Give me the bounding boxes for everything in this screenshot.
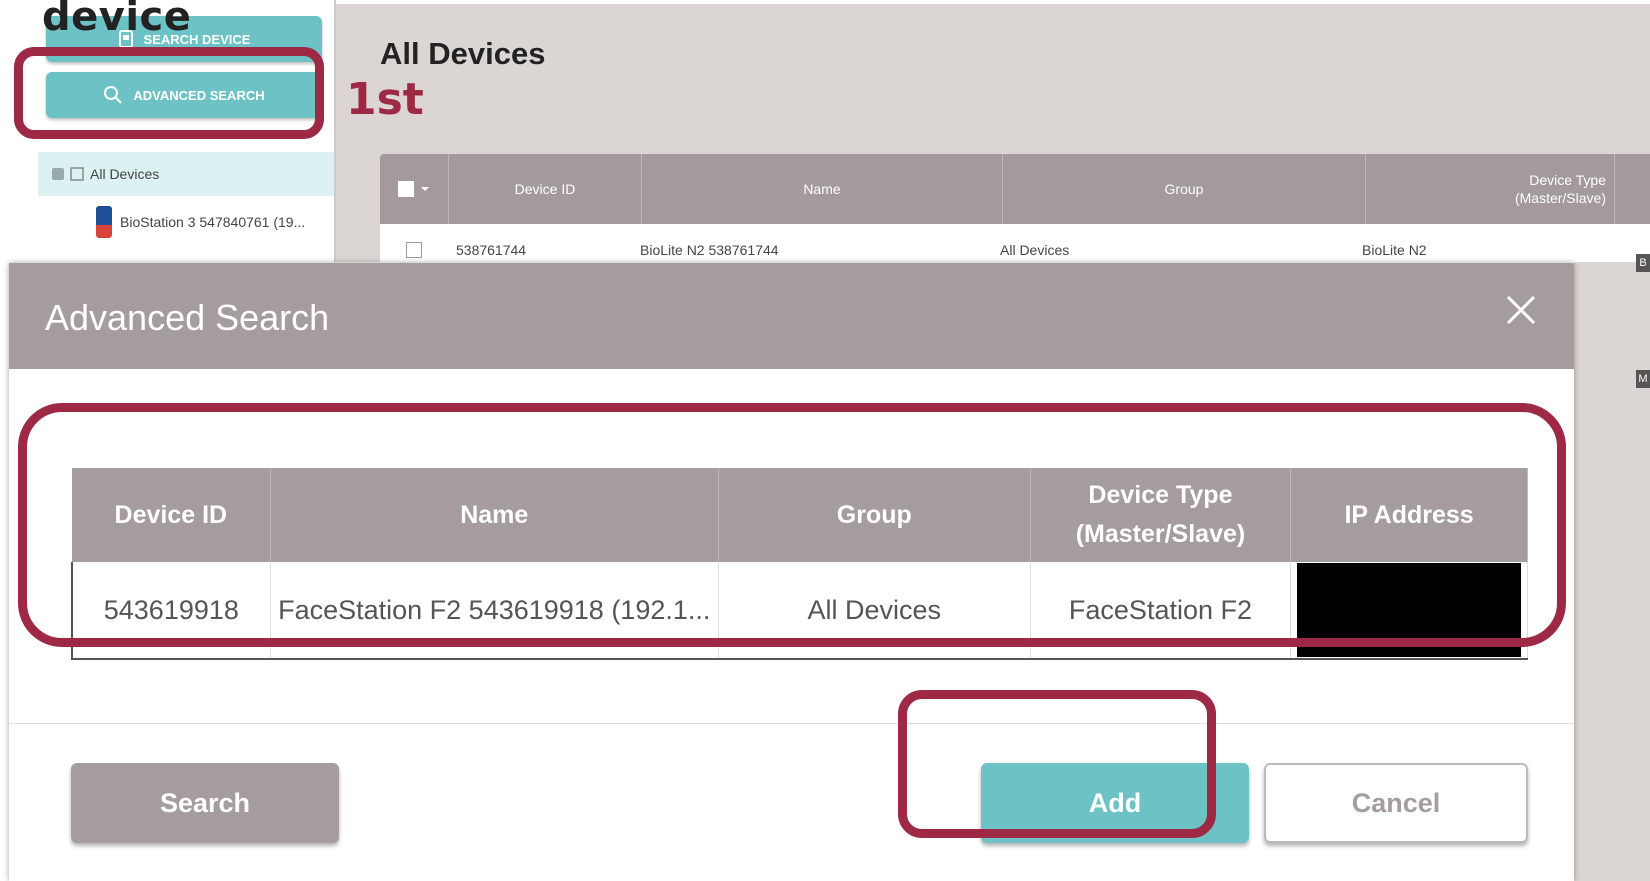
- annotation-top-label: device: [42, 0, 192, 40]
- annotation-box-add: [898, 690, 1216, 838]
- tree-item-all-devices[interactable]: All Devices: [38, 152, 334, 196]
- device-table: Device ID Name Group Device Type (Master…: [380, 154, 1650, 276]
- select-all-cell[interactable]: [380, 154, 449, 224]
- edge-mark-b: B: [1636, 254, 1650, 272]
- page-title: All Devices: [380, 36, 546, 71]
- close-icon[interactable]: [1504, 293, 1538, 327]
- cell-device-type: BioLite N2: [1362, 242, 1427, 258]
- dialog-title: Advanced Search: [45, 297, 330, 338]
- device-phone-icon: [96, 206, 112, 238]
- footer-divider: [9, 723, 1574, 724]
- edge-mark-m: M: [1636, 370, 1650, 388]
- row-checkbox-cell[interactable]: [380, 242, 448, 258]
- annotation-step-label: 1st: [346, 74, 424, 125]
- col-device-id[interactable]: Device ID: [449, 154, 642, 224]
- main-panel-lower: [1574, 262, 1650, 881]
- search-button[interactable]: Search: [71, 763, 339, 843]
- cell-group: All Devices: [1000, 242, 1070, 258]
- main-panel: All Devices Device ID Name Group Device …: [336, 4, 1650, 276]
- cell-name: BioLite N2 538761744: [640, 242, 779, 258]
- folder-icon: [70, 167, 84, 181]
- chevron-down-icon[interactable]: [420, 185, 430, 193]
- collapse-icon[interactable]: [52, 168, 64, 180]
- dialog-header: Advanced Search: [9, 263, 1574, 369]
- row-checkbox[interactable]: [406, 242, 422, 258]
- tree-root-label: All Devices: [90, 166, 160, 182]
- tree-item-device[interactable]: BioStation 3 547840761 (19...: [96, 206, 305, 238]
- device-table-header: Device ID Name Group Device Type (Master…: [380, 154, 1650, 224]
- col-group[interactable]: Group: [1003, 154, 1366, 224]
- annotation-box-advanced-search: [14, 47, 324, 139]
- select-all-checkbox[interactable]: [398, 181, 414, 197]
- cancel-button[interactable]: Cancel: [1264, 763, 1528, 843]
- annotation-box-results: [18, 403, 1566, 647]
- col-name[interactable]: Name: [642, 154, 1003, 224]
- tree-child-label: BioStation 3 547840761 (19...: [120, 214, 306, 230]
- col-device-type[interactable]: Device Type (Master/Slave): [1366, 154, 1615, 224]
- cell-device-id: 538761744: [456, 242, 527, 258]
